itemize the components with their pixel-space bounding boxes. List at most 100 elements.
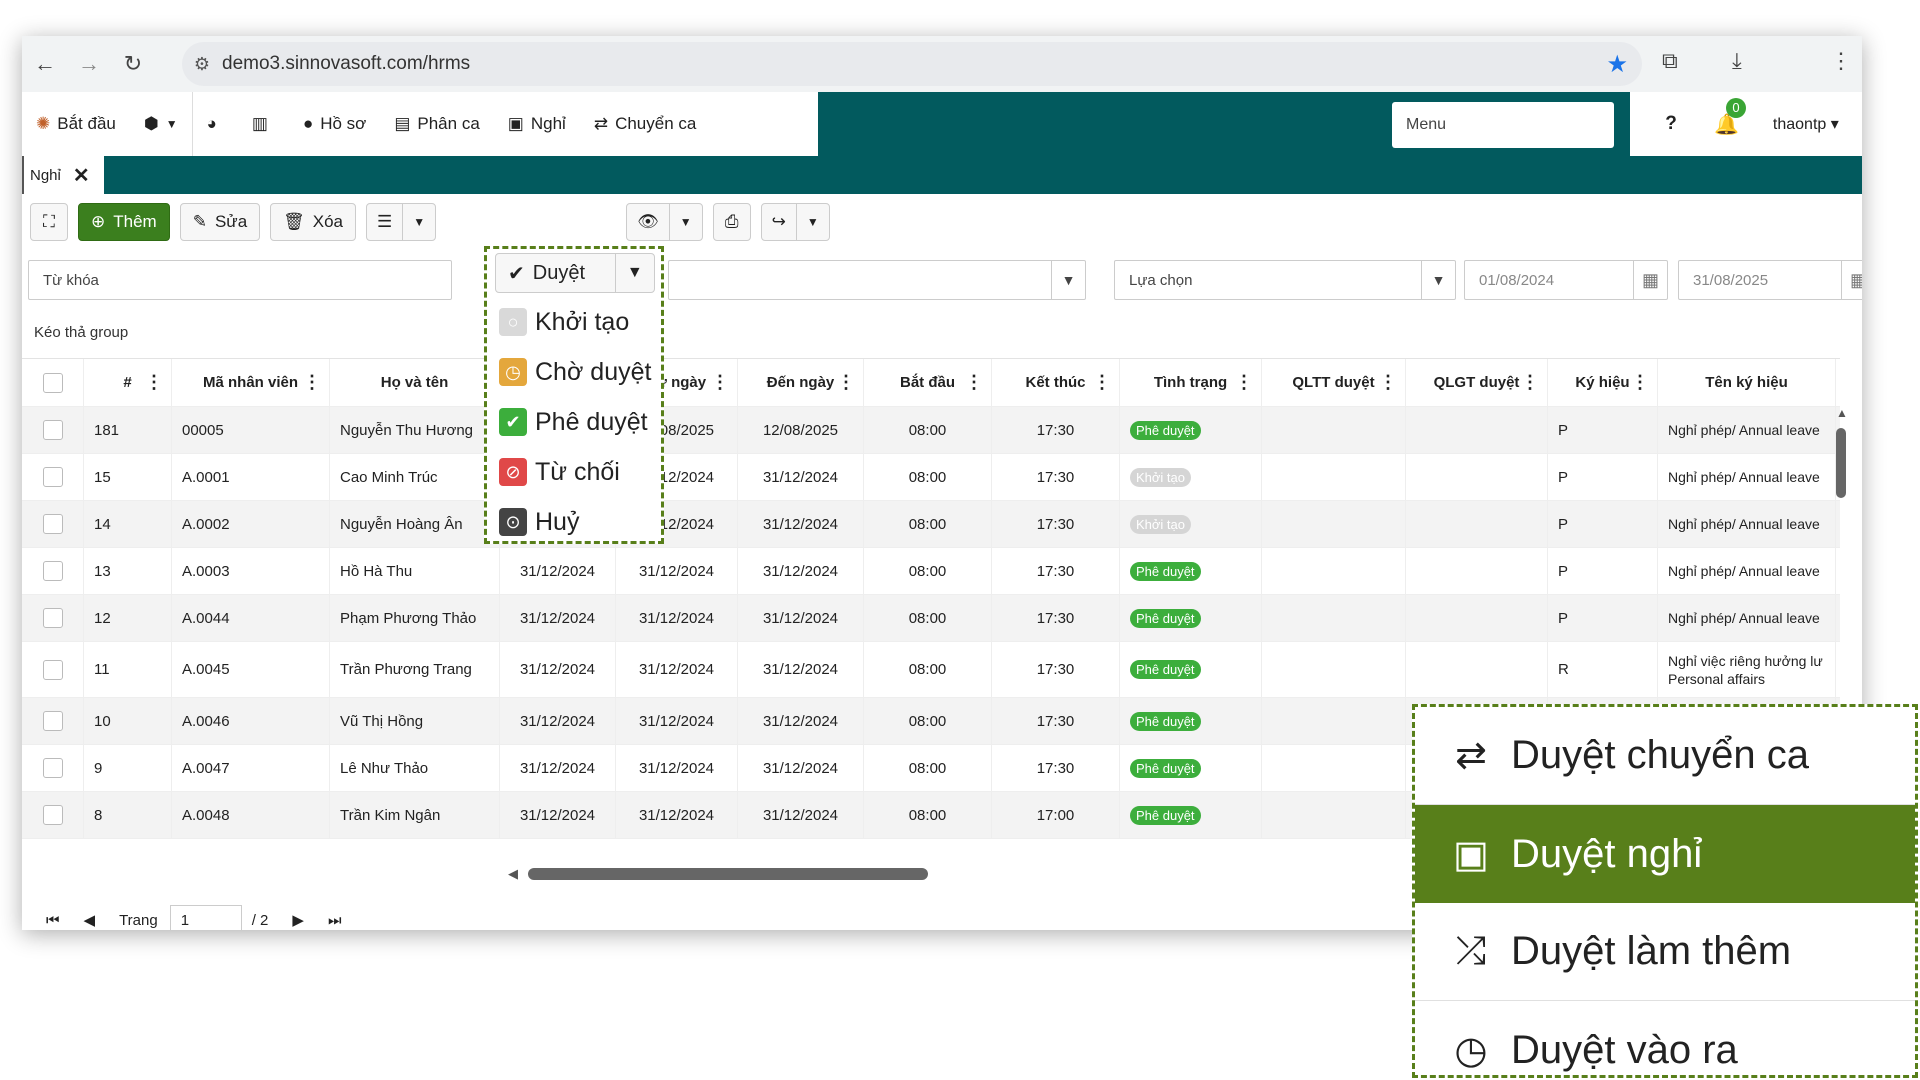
column-menu-icon[interactable]: ⋮ — [303, 372, 321, 393]
col-symbol-name[interactable]: Tên ký hiệu — [1658, 359, 1836, 406]
choice-select[interactable]: Lựa chọn ▼ — [1114, 260, 1456, 300]
from-date-input[interactable]: 01/08/2024 ▦ — [1464, 260, 1668, 300]
table-row[interactable]: 15 A.0001 Cao Minh Trúc 31/12/2024 31/12/202… — [22, 454, 1840, 501]
approve-shift-change-item[interactable]: ⇄ Duyệt chuyển ca — [1415, 707, 1915, 805]
col-code[interactable]: Mã nhân viên ⋮ — [172, 359, 330, 406]
row-checkbox[interactable] — [42, 514, 63, 534]
chevron-down-icon[interactable]: ▼ — [1051, 261, 1085, 299]
to-date-input[interactable]: 31/08/2025 ▦ — [1678, 260, 1862, 300]
column-menu-icon[interactable]: ⋮ — [1379, 372, 1397, 393]
bell-icon[interactable]: 🔔 0 — [1714, 97, 1746, 137]
edit-button[interactable]: ✎ Sửa — [179, 203, 261, 241]
close-icon[interactable]: ✕ — [73, 163, 90, 188]
approve-menu-item-init[interactable]: ○ Khởi tạo — [499, 301, 629, 343]
col-name[interactable]: Họ và tên — [330, 359, 500, 406]
search-binoculars-button[interactable]: ⛶ — [30, 203, 68, 241]
table-row[interactable]: 181 00005 Nguyễn Thu Hương 12/08/2025 12/08/… — [22, 407, 1840, 454]
menu-dashboard[interactable]: ◕ — [191, 92, 238, 156]
help-icon[interactable]: ? — [1656, 109, 1686, 139]
share-menu-button[interactable]: ↪ ▼ — [760, 203, 830, 241]
col-status[interactable]: Tình trạng ⋮ — [1120, 359, 1262, 406]
menu-reports[interactable]: ▥ — [238, 92, 289, 156]
column-menu-icon[interactable]: ⋮ — [711, 372, 729, 393]
forward-icon[interactable]: → — [68, 43, 110, 85]
calendar-icon[interactable]: ▦ — [1633, 261, 1667, 299]
col-qltt[interactable]: QLTT duyệt ⋮ — [1262, 359, 1406, 406]
back-icon[interactable]: ← — [24, 43, 66, 85]
user-menu[interactable]: thaontp ▾ — [1773, 114, 1839, 134]
column-menu-icon[interactable]: ⋮ — [1631, 372, 1649, 393]
column-menu-icon[interactable]: ⋮ — [1093, 372, 1111, 393]
column-menu-icon[interactable]: ⋮ — [1235, 372, 1253, 393]
tab-nghi[interactable]: Nghỉ ✕ — [22, 156, 104, 194]
approve-button[interactable]: ✔ Duyệt ▼ — [495, 253, 655, 293]
print-button[interactable]: ⎙ — [712, 203, 751, 241]
select-all-checkbox[interactable] — [42, 372, 63, 393]
chevron-down-icon[interactable]: ▼ — [795, 204, 829, 240]
chevron-down-icon[interactable]: ▼ — [1421, 261, 1455, 299]
row-checkbox[interactable] — [42, 758, 63, 778]
calendar-icon[interactable]: ▦ — [1841, 261, 1862, 299]
row-checkbox[interactable] — [42, 608, 63, 628]
site-settings-icon[interactable]: ⚙ — [182, 54, 222, 75]
row-checkbox[interactable] — [42, 420, 63, 440]
menu-search-input[interactable]: Menu — [1392, 102, 1614, 148]
chevron-down-icon[interactable]: ▼ — [402, 204, 435, 240]
column-menu-icon[interactable]: ⋮ — [965, 372, 983, 393]
next-page-icon[interactable]: ▶ — [292, 911, 304, 929]
menu-chuyen-ca[interactable]: ⇄ Chuyển ca — [580, 92, 711, 156]
page-input[interactable]: 1 — [169, 905, 242, 930]
table-row[interactable]: 11 A.0045 Trần Phương Trang 31/12/2024 31/12… — [22, 642, 1840, 698]
last-page-icon[interactable]: ⏭ — [328, 912, 342, 929]
row-checkbox[interactable] — [42, 711, 63, 731]
menu-modules[interactable]: ⬢ ▼ — [130, 92, 192, 156]
vertical-scrollbar[interactable]: ▲ — [1836, 406, 1848, 726]
status-select[interactable]: ▼ — [668, 260, 1086, 300]
row-checkbox[interactable] — [42, 659, 63, 680]
scroll-left-arrow-icon[interactable]: ◀ — [508, 866, 518, 882]
first-page-icon[interactable]: ⏮ — [46, 912, 60, 929]
approve-menu-item-cancel[interactable]: ⊙ Huỷ — [499, 501, 579, 543]
col-end[interactable]: Kết thúc ⋮ — [992, 359, 1120, 406]
column-menu-icon[interactable]: ⋮ — [145, 372, 163, 393]
col-start[interactable]: Bắt đầu ⋮ — [864, 359, 992, 406]
download-icon[interactable]: ⤓ — [1732, 48, 1742, 74]
approve-overtime-item[interactable]: ⤮ Duyệt làm thêm — [1415, 903, 1915, 1001]
horizontal-scrollbar[interactable]: ◀ — [508, 866, 968, 882]
keyword-input[interactable]: Từ khóa — [28, 260, 452, 300]
prev-page-icon[interactable]: ◀ — [84, 911, 96, 929]
approve-leave-item[interactable]: ▣ Duyệt nghỉ — [1415, 805, 1915, 903]
view-menu-button[interactable]: 👁 ▼ — [626, 203, 703, 241]
extensions-icon[interactable]: ⧉ — [1662, 48, 1678, 74]
delete-button[interactable]: 🗑 Xóa — [270, 203, 356, 241]
table-row[interactable]: 12 A.0044 Phạm Phương Thảo 31/12/2024 31/12/… — [22, 595, 1840, 642]
approve-menu-item-approved[interactable]: ✔ Phê duyệt — [499, 401, 648, 443]
column-menu-icon[interactable]: ⋮ — [837, 372, 855, 393]
add-button[interactable]: ⊕ Thêm — [78, 203, 170, 241]
columns-menu-button[interactable]: ☰ ▼ — [366, 203, 437, 241]
row-checkbox[interactable] — [42, 805, 63, 825]
reload-icon[interactable]: ↻ — [112, 43, 154, 85]
kebab-menu-icon[interactable]: ⋮ — [1830, 48, 1852, 74]
menu-nghi[interactable]: ▣ Nghỉ — [494, 92, 580, 156]
approve-menu-item-pending[interactable]: ◷ Chờ duyệt — [499, 351, 651, 393]
col-qlgt[interactable]: QLGT duyệt ⋮ — [1406, 359, 1548, 406]
address-bar[interactable]: ⚙ demo3.sinnovasoft.com/hrms ★ — [182, 42, 1642, 86]
scroll-up-arrow-icon[interactable]: ▲ — [1836, 406, 1848, 420]
approve-menu-item-reject[interactable]: ⊘ Từ chối — [499, 451, 620, 493]
chevron-down-icon[interactable]: ▼ — [668, 204, 702, 240]
chevron-down-icon[interactable]: ▼ — [614, 254, 654, 292]
column-menu-icon[interactable]: ⋮ — [1521, 372, 1539, 393]
col-to[interactable]: Đến ngày ⋮ — [738, 359, 864, 406]
row-checkbox[interactable] — [42, 467, 63, 487]
table-row[interactable]: 13 A.0003 Hồ Hà Thu 31/12/2024 31/12/2024 31/… — [22, 548, 1840, 595]
menu-ho-so[interactable]: ● Hồ sơ — [289, 92, 380, 156]
scroll-thumb[interactable] — [528, 868, 928, 880]
col-symbol[interactable]: Ký hiệu ⋮ — [1548, 359, 1658, 406]
approve-checkinout-item[interactable]: ◷ Duyệt vào ra — [1415, 1001, 1915, 1080]
menu-phan-ca[interactable]: ▤ Phân ca — [380, 92, 493, 156]
approve-main[interactable]: ✔ Duyệt — [496, 261, 615, 286]
row-checkbox[interactable] — [42, 561, 63, 581]
bookmark-star-icon[interactable]: ★ — [1606, 50, 1628, 79]
menu-start[interactable]: ✺ Bắt đầu — [22, 92, 130, 156]
